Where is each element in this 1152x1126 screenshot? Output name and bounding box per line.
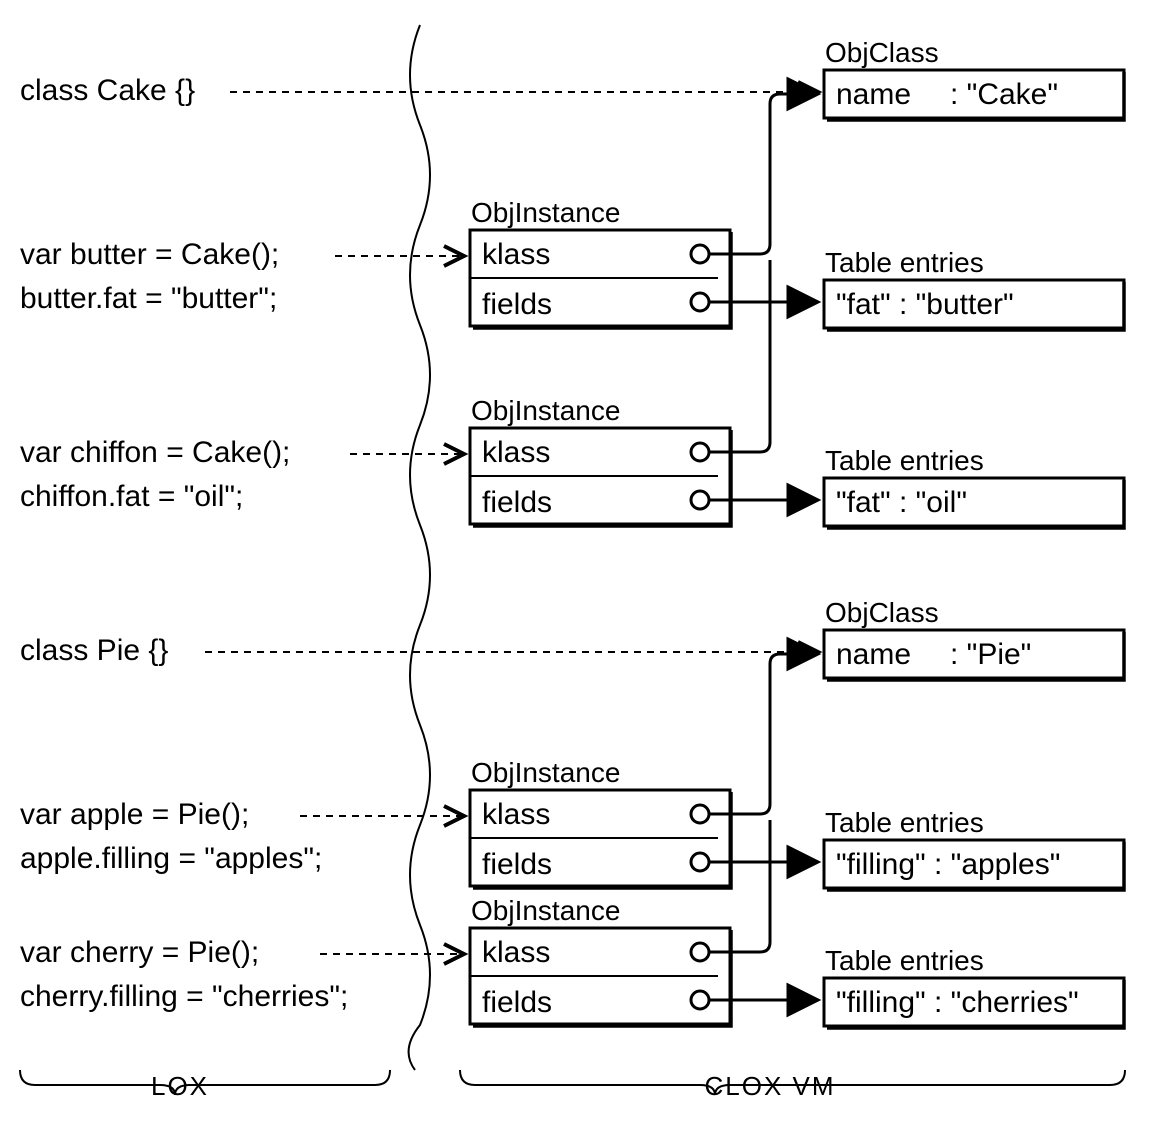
table-entries-apple: Table entries "filling" : "apples" — [824, 807, 1124, 890]
table-header-3: Table entries — [825, 807, 984, 838]
table-header-2: Table entries — [825, 445, 984, 476]
code-line-2: var butter = Cake(); — [20, 238, 279, 271]
chiffon-klass: klass — [482, 436, 550, 469]
objinstance-chiffon: ObjInstance klass fields — [470, 395, 731, 526]
cherry-fields: fields — [482, 986, 552, 1019]
table-header-4: Table entries — [825, 945, 984, 976]
butter-klass-dot — [691, 245, 709, 263]
cherry-fields-dot — [691, 991, 709, 1009]
code-line-4: var chiffon = Cake(); — [20, 436, 290, 469]
cake-name-key: name — [836, 78, 911, 111]
apple-fields-dot — [691, 853, 709, 871]
pie-name-key: name — [836, 638, 911, 671]
objclass-header-cake: ObjClass — [825, 37, 939, 68]
cake-name-val: : "Cake" — [950, 78, 1058, 111]
apple-klass-dot — [691, 805, 709, 823]
clox-label: CLOX VM — [704, 1071, 835, 1101]
butter-entry: "fat" : "butter" — [836, 288, 1014, 321]
butter-klass: klass — [482, 238, 550, 271]
apple-entry: "filling" : "apples" — [836, 848, 1060, 881]
chiffon-fields: fields — [482, 486, 552, 519]
lox-source: class Cake {} var butter = Cake(); butte… — [20, 74, 348, 1013]
chiffon-fields-dot — [691, 491, 709, 509]
objinstance-apple: ObjInstance klass fields — [470, 757, 731, 888]
objinstance-header-1: ObjInstance — [471, 197, 620, 228]
objclass-header-pie: ObjClass — [825, 597, 939, 628]
apple-fields: fields — [482, 848, 552, 881]
chiffon-klass-dot — [691, 443, 709, 461]
objclass-pie: ObjClass name : "Pie" — [824, 597, 1124, 680]
divider-wave — [409, 25, 430, 1070]
code-line-1: class Cake {} — [20, 74, 195, 107]
cherry-entry: "filling" : "cherries" — [836, 986, 1079, 1019]
table-entries-cherry: Table entries "filling" : "cherries" — [824, 945, 1124, 1028]
cherry-klass-dot — [691, 943, 709, 961]
objinstance-header-3: ObjInstance — [471, 757, 620, 788]
code-line-8: apple.filling = "apples"; — [20, 842, 322, 875]
apple-klass: klass — [482, 798, 550, 831]
cherry-klass: klass — [482, 936, 550, 969]
objclass-cake: ObjClass name : "Cake" — [824, 37, 1124, 120]
objinstance-header-4: ObjInstance — [471, 895, 620, 926]
pie-name-val: : "Pie" — [950, 638, 1031, 671]
code-line-6: class Pie {} — [20, 634, 168, 667]
code-line-9: var cherry = Pie(); — [20, 936, 259, 969]
objinstance-header-2: ObjInstance — [471, 395, 620, 426]
objinstance-cherry: ObjInstance klass fields — [470, 895, 731, 1026]
code-line-5: chiffon.fat = "oil"; — [20, 480, 243, 513]
table-entries-chiffon: Table entries "fat" : "oil" — [824, 445, 1124, 528]
code-line-7: var apple = Pie(); — [20, 798, 249, 831]
chiffon-entry: "fat" : "oil" — [836, 486, 967, 519]
objinstance-butter: ObjInstance klass fields — [470, 197, 731, 328]
table-header-1: Table entries — [825, 247, 984, 278]
diagram-canvas: class Cake {} var butter = Cake(); butte… — [0, 0, 1152, 1126]
table-entries-butter: Table entries "fat" : "butter" — [824, 247, 1124, 330]
butter-fields-dot — [691, 293, 709, 311]
code-line-3: butter.fat = "butter"; — [20, 282, 277, 315]
code-line-10: cherry.filling = "cherries"; — [20, 980, 348, 1013]
lox-label: LOX — [151, 1071, 209, 1101]
butter-fields: fields — [482, 288, 552, 321]
